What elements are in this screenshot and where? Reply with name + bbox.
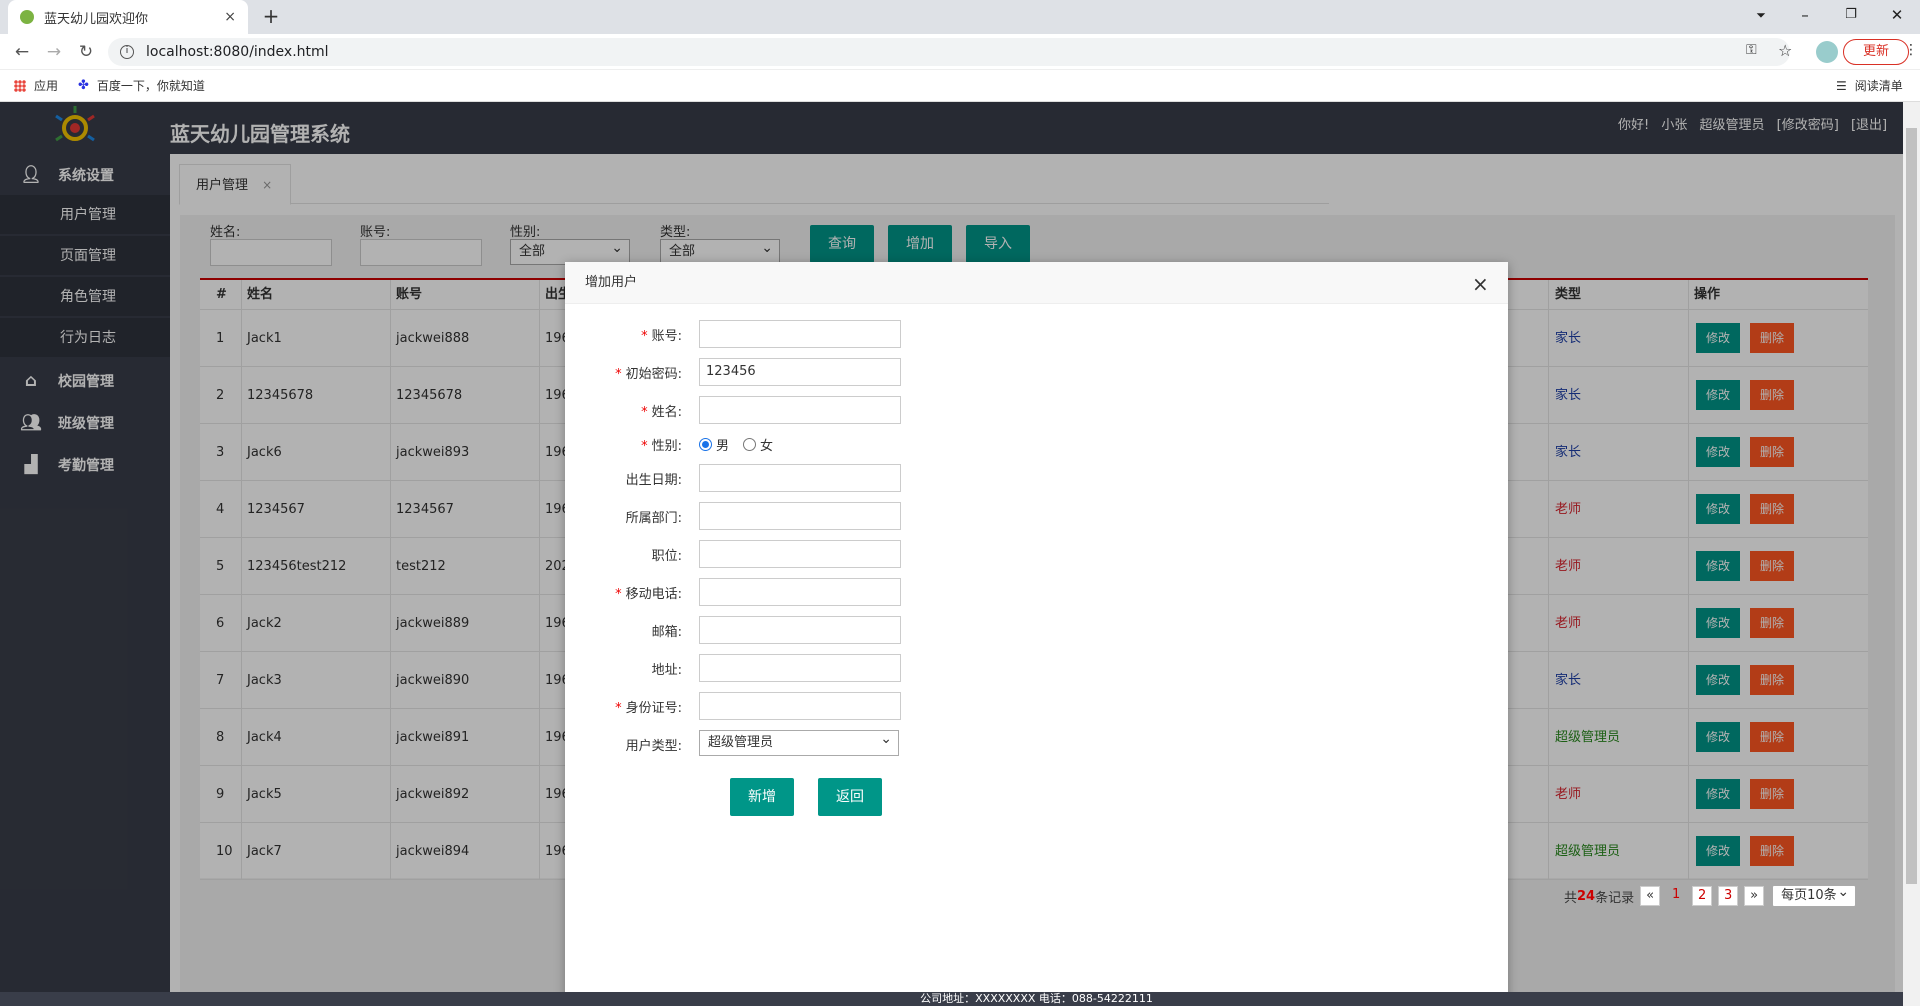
modal-title: 增加用户 [565, 262, 1508, 304]
form-input[interactable] [699, 320, 901, 348]
gender-female-label: 女 [760, 439, 774, 454]
total-count: 24 [1577, 888, 1596, 904]
form-label: * 姓名: [562, 401, 682, 420]
footer: 公司地址：XXXXXXXX 电话：088-54222111 [0, 992, 1903, 1006]
form-label: 用户类型: [562, 735, 682, 754]
bookmark-apps[interactable]: 应用 [14, 77, 58, 94]
reading-list[interactable]: ☰ 阅读清单 [1836, 77, 1903, 94]
page-2[interactable]: 2 [1692, 886, 1713, 906]
form-label-text: 身份证号: [625, 701, 682, 716]
prev-page-button[interactable]: « [1640, 886, 1661, 906]
back-button[interactable]: 返回 [818, 778, 882, 816]
total-suffix: 条记录 [1595, 890, 1635, 906]
form-label: 邮箱: [562, 621, 682, 640]
form-label-text: 账号: [651, 329, 682, 344]
tab-close-icon[interactable]: × [224, 9, 236, 25]
form-input[interactable] [699, 578, 901, 606]
page-3[interactable]: 3 [1718, 886, 1739, 906]
profile-avatar[interactable] [1816, 41, 1838, 63]
gender-male-radio[interactable] [699, 438, 712, 451]
form-label: 所属部门: [562, 507, 682, 526]
tab-title: 蓝天幼儿园欢迎你 [44, 11, 149, 27]
form-label-text: 移动电话: [625, 587, 682, 602]
form-input[interactable] [699, 616, 901, 644]
url-bar[interactable]: i localhost:8080/index.html [108, 38, 1790, 66]
reading-list-icon: ☰ [1836, 78, 1847, 93]
baidu-paw-icon: ✤ [78, 78, 89, 93]
page-1[interactable]: 1 [1666, 886, 1686, 906]
form-label: * 账号: [562, 325, 682, 344]
leaf-favicon-icon [20, 10, 34, 24]
form-input[interactable]: 123456 [699, 358, 901, 386]
form-label-text: 出生日期: [625, 473, 682, 488]
form-label-text: 用户类型: [625, 739, 682, 754]
form-label-text: 初始密码: [625, 367, 682, 382]
update-button[interactable]: 更新 [1843, 39, 1909, 65]
bookmark-label: 百度一下，你就知道 [96, 79, 205, 93]
form-input[interactable] [699, 692, 901, 720]
form-label: * 初始密码: [562, 363, 682, 382]
gender-radio-group: 男女 [699, 435, 773, 454]
modal-close-icon[interactable]: × [1472, 272, 1489, 296]
apps-grid-icon [14, 79, 26, 92]
browser-tab[interactable]: 蓝天幼儿园欢迎你 × [8, 0, 248, 34]
submit-add-button[interactable]: 新增 [730, 778, 794, 816]
required-mark: * [641, 439, 648, 454]
more-menu-icon[interactable]: ⋮ [1904, 42, 1918, 58]
form-label: 出生日期: [562, 469, 682, 488]
form-input[interactable] [699, 540, 901, 568]
form-label-text: 职位: [651, 549, 682, 564]
form-label-text: 所属部门: [625, 511, 682, 526]
close-window-button[interactable]: ✕ [1874, 0, 1920, 34]
form-label: * 移动电话: [562, 583, 682, 602]
form-input[interactable] [699, 396, 901, 424]
bookmarks-bar [0, 70, 1920, 102]
form-label-text: 地址: [651, 663, 682, 678]
form-label-text: 姓名: [651, 405, 682, 420]
form-label: * 性别: [562, 435, 682, 454]
tab-search-icon[interactable]: ⏷ [1738, 0, 1784, 34]
page-size-select[interactable]: 每页10条 [1772, 882, 1857, 907]
required-mark: * [615, 701, 622, 716]
restore-button[interactable]: ❐ [1828, 0, 1874, 34]
new-tab-button[interactable]: + [258, 4, 284, 30]
back-arrow-icon[interactable]: ← [10, 40, 34, 64]
bookmark-star-icon[interactable]: ☆ [1778, 41, 1792, 60]
site-info-icon[interactable]: i [120, 45, 134, 59]
form-label-text: 性别: [651, 439, 682, 454]
form-label: * 身份证号: [562, 697, 682, 716]
key-icon[interactable]: ⚿ [1746, 42, 1757, 58]
required-mark: * [641, 329, 648, 344]
reload-icon[interactable]: ↻ [74, 40, 98, 64]
next-page-button[interactable]: » [1744, 886, 1765, 906]
form-input[interactable] [699, 654, 901, 682]
total-prefix: 共 [1564, 890, 1578, 906]
user-type-select[interactable]: 超级管理员 [699, 727, 899, 756]
required-mark: * [641, 405, 648, 420]
minimize-button[interactable]: – [1782, 0, 1828, 34]
bookmark-baidu[interactable]: ✤ 百度一下，你就知道 [78, 77, 205, 94]
gender-female-radio[interactable] [743, 438, 757, 451]
form-label-text: 邮箱: [651, 625, 682, 640]
form-label: 职位: [562, 545, 682, 564]
reading-list-label: 阅读清单 [1854, 79, 1903, 93]
required-mark: * [615, 367, 622, 382]
form-input[interactable] [699, 502, 901, 530]
required-mark: * [615, 587, 622, 602]
pagination: 共 24 条记录 « 1 2 3 » 每页10条 [1564, 882, 1857, 907]
scrollbar-thumb[interactable] [1906, 128, 1917, 884]
browser-tab-bar [0, 0, 1920, 34]
gender-male-label: 男 [716, 439, 730, 454]
url-text: localhost:8080/index.html [146, 44, 329, 60]
forward-arrow-icon[interactable]: → [42, 40, 66, 64]
form-input[interactable] [699, 464, 901, 492]
form-label: 地址: [562, 659, 682, 678]
bookmark-label: 应用 [34, 79, 59, 93]
